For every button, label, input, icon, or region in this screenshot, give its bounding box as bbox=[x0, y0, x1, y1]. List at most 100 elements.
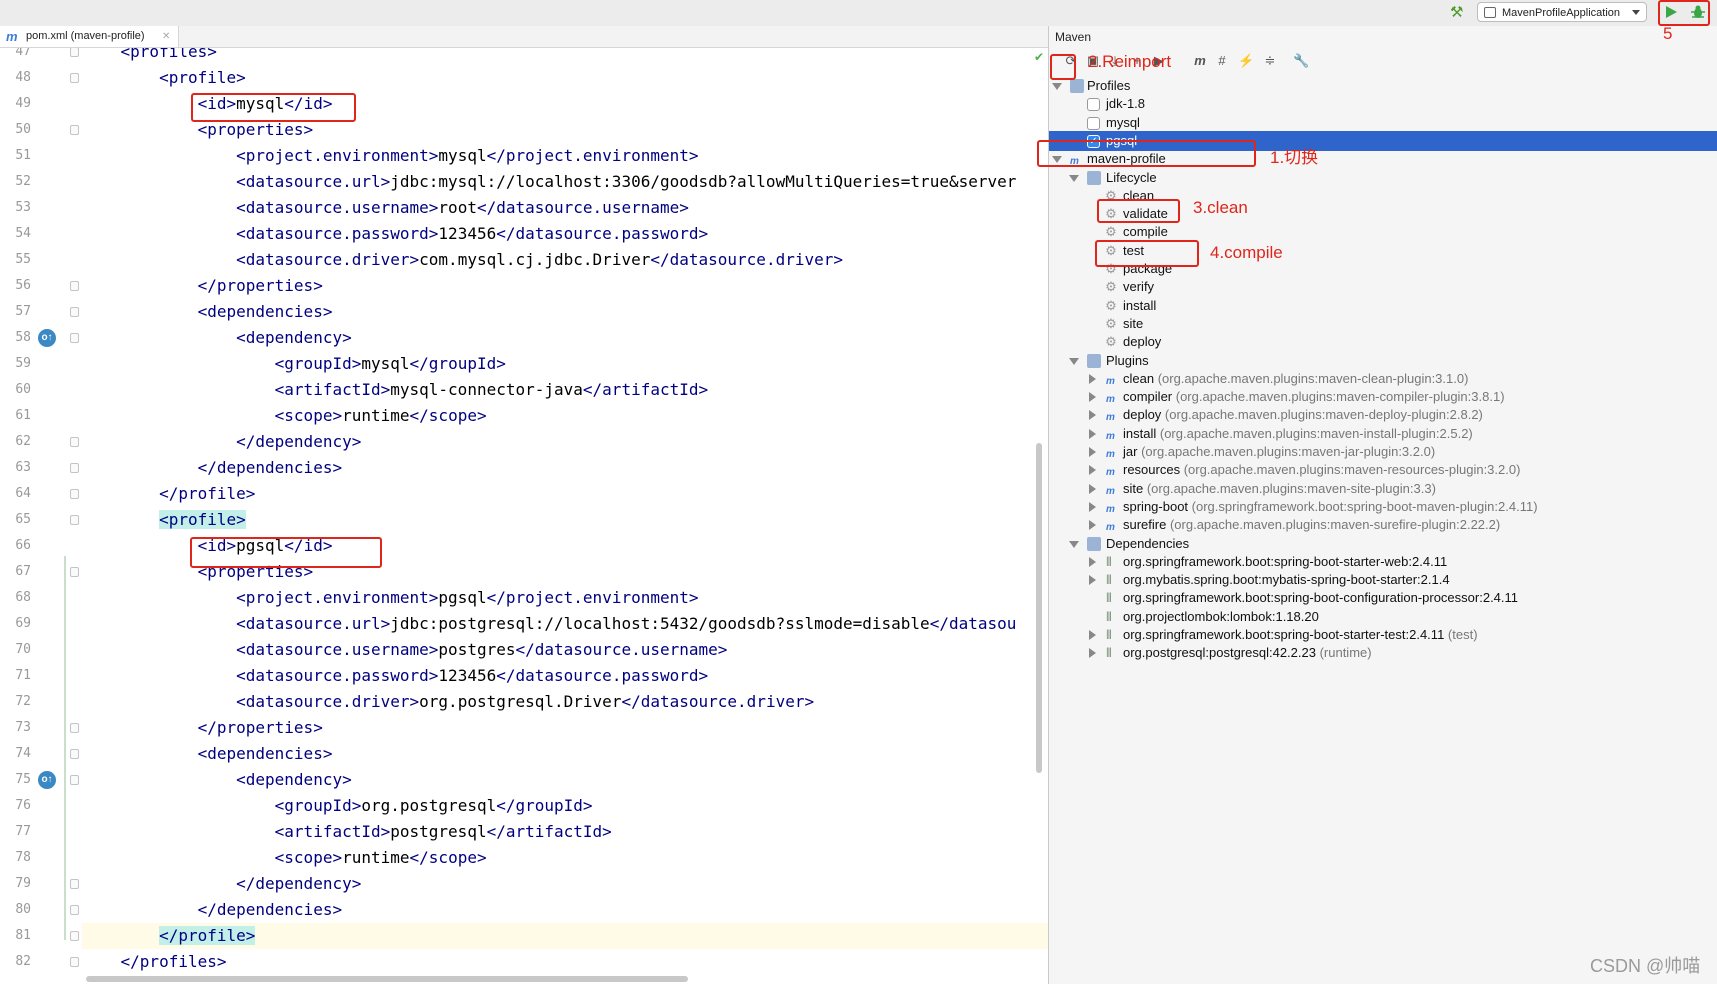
collapse-all-icon[interactable]: ≑ bbox=[1262, 53, 1278, 69]
code-line[interactable]: <project.environment>mysql</project.envi… bbox=[82, 143, 1048, 169]
code-line[interactable]: <groupId>mysql</groupId> bbox=[82, 351, 1048, 377]
code-line[interactable]: <dependency> bbox=[82, 325, 1048, 351]
checkbox[interactable] bbox=[1087, 98, 1100, 112]
code-line[interactable]: <profile> bbox=[82, 65, 1048, 91]
chevron-right-icon[interactable] bbox=[1089, 501, 1096, 512]
chevron-down-icon[interactable] bbox=[1052, 83, 1062, 90]
vertical-scrollbar[interactable] bbox=[1036, 443, 1042, 773]
chevron-right-icon[interactable] bbox=[1089, 410, 1096, 421]
fold-marker-icon[interactable] bbox=[70, 125, 79, 135]
profile-item-mysql[interactable]: mysql bbox=[1049, 113, 1717, 133]
fold-marker-icon[interactable] bbox=[70, 48, 79, 57]
chevron-right-icon[interactable] bbox=[1089, 575, 1096, 586]
lifecycle-deploy[interactable]: ⚙ deploy bbox=[1049, 332, 1717, 352]
fold-marker-icon[interactable] bbox=[70, 931, 79, 941]
plugin-spring-boot[interactable]: m spring-boot (org.springframework.boot:s… bbox=[1049, 497, 1717, 517]
plugin-install[interactable]: m install (org.apache.maven.plugins:maven… bbox=[1049, 424, 1717, 444]
lifecycle-site[interactable]: ⚙ site bbox=[1049, 314, 1717, 334]
plugin-resources[interactable]: m resources (org.apache.maven.plugins:mav… bbox=[1049, 460, 1717, 480]
code-line[interactable]: </properties> bbox=[82, 273, 1048, 299]
chevron-right-icon[interactable] bbox=[1089, 428, 1096, 439]
dependency-item[interactable]: ||| org.springframework.boot:spring-boot-… bbox=[1049, 625, 1717, 645]
lifecycle-install[interactable]: ⚙ install bbox=[1049, 296, 1717, 316]
fold-marker-icon[interactable] bbox=[70, 73, 79, 83]
code-line[interactable]: <profiles> bbox=[82, 48, 1048, 65]
code-line[interactable]: <groupId>org.postgresql</groupId> bbox=[82, 793, 1048, 819]
fold-marker-icon[interactable] bbox=[70, 333, 79, 343]
dependency-item[interactable]: ||| org.postgresql:postgresql:42.2.23 (ru… bbox=[1049, 643, 1717, 663]
toggle-offline-icon[interactable]: # bbox=[1214, 53, 1230, 69]
code-line[interactable]: <datasource.url>jdbc:mysql://localhost:3… bbox=[82, 169, 1048, 195]
chevron-right-icon[interactable] bbox=[1089, 392, 1096, 403]
code-line[interactable]: </dependencies> bbox=[82, 897, 1048, 923]
code-line[interactable]: </profiles> bbox=[82, 949, 1048, 975]
plugin-surefire[interactable]: m surefire (org.apache.maven.plugins:mave… bbox=[1049, 515, 1717, 535]
close-icon[interactable]: ✕ bbox=[162, 26, 170, 47]
chevron-right-icon[interactable] bbox=[1089, 520, 1096, 531]
code-line[interactable]: </profile> bbox=[82, 481, 1048, 507]
dependency-item[interactable]: ||| org.projectlombok:lombok:1.18.20 bbox=[1049, 607, 1717, 627]
run-configuration-select[interactable]: MavenProfileApplication bbox=[1477, 2, 1647, 22]
code-line[interactable]: <datasource.username>root</datasource.us… bbox=[82, 195, 1048, 221]
fold-marker-icon[interactable] bbox=[70, 307, 79, 317]
fold-marker-icon[interactable] bbox=[70, 775, 79, 785]
checkbox[interactable] bbox=[1087, 116, 1100, 130]
code-line[interactable]: <scope>runtime</scope> bbox=[82, 845, 1048, 871]
fold-marker-icon[interactable] bbox=[70, 281, 79, 291]
fold-marker-icon[interactable] bbox=[70, 879, 79, 889]
dependency-item[interactable]: ||| org.springframework.boot:spring-boot-… bbox=[1049, 588, 1717, 608]
tree-profiles[interactable]: Profiles bbox=[1049, 76, 1717, 96]
skip-tests-icon[interactable]: ⚡ bbox=[1238, 53, 1254, 69]
code-line[interactable]: <artifactId>mysql-connector-java</artifa… bbox=[82, 377, 1048, 403]
code-line[interactable]: <datasource.url>jdbc:postgresql://localh… bbox=[82, 611, 1048, 637]
chevron-right-icon[interactable] bbox=[1089, 465, 1096, 476]
plugin-jar[interactable]: m jar (org.apache.maven.plugins:maven-jar… bbox=[1049, 442, 1717, 462]
code-area[interactable]: <profiles> <profile> <id>mysql</id> <pro… bbox=[82, 48, 1048, 984]
fold-marker-icon[interactable] bbox=[70, 957, 79, 967]
chevron-right-icon[interactable] bbox=[1089, 483, 1096, 494]
code-line[interactable]: </dependencies> bbox=[82, 455, 1048, 481]
chevron-right-icon[interactable] bbox=[1089, 373, 1096, 384]
tab-pom-xml[interactable]: m pom.xml (maven-profile) ✕ bbox=[0, 26, 179, 47]
code-line[interactable]: </dependency> bbox=[82, 429, 1048, 455]
code-line[interactable]: <datasource.password>123456</datasource.… bbox=[82, 663, 1048, 689]
fold-marker-icon[interactable] bbox=[70, 437, 79, 447]
code-line[interactable]: <datasource.driver>org.postgresql.Driver… bbox=[82, 689, 1048, 715]
plugin-site[interactable]: m site (org.apache.maven.plugins:maven-si… bbox=[1049, 479, 1717, 499]
code-line[interactable]: </dependency> bbox=[82, 871, 1048, 897]
fold-marker-icon[interactable] bbox=[70, 463, 79, 473]
code-editor[interactable]: 47 48 49 50 51 52 53 54 55 56 57 58 o↑ 59 60 61 62 63 64 65… bbox=[0, 48, 1048, 984]
build-hammer-icon[interactable]: ⚒ bbox=[1450, 3, 1468, 21]
code-line[interactable]: <datasource.driver>com.mysql.cj.jdbc.Dri… bbox=[82, 247, 1048, 273]
plugin-compiler[interactable]: m compiler (org.apache.maven.plugins:mave… bbox=[1049, 387, 1717, 407]
lifecycle-verify[interactable]: ⚙ verify bbox=[1049, 277, 1717, 297]
chevron-down-icon[interactable] bbox=[1069, 174, 1079, 182]
code-line[interactable]: <dependencies> bbox=[82, 741, 1048, 767]
profile-item-jdk-1.8[interactable]: jdk-1.8 bbox=[1049, 94, 1717, 114]
fold-marker-icon[interactable] bbox=[70, 749, 79, 759]
code-line[interactable]: <project.environment>pgsql</project.envi… bbox=[82, 585, 1048, 611]
code-line[interactable]: <profile> bbox=[82, 507, 1048, 533]
plugin-deploy[interactable]: m deploy (org.apache.maven.plugins:maven-… bbox=[1049, 405, 1717, 425]
plugin-clean[interactable]: m clean (org.apache.maven.plugins:maven-c… bbox=[1049, 369, 1717, 389]
fold-marker-icon[interactable] bbox=[70, 515, 79, 525]
code-line[interactable]: <scope>runtime</scope> bbox=[82, 403, 1048, 429]
chevron-right-icon[interactable] bbox=[1089, 648, 1096, 659]
tree-dependencies[interactable]: Dependencies bbox=[1049, 534, 1717, 554]
dependency-item[interactable]: ||| org.mybatis.spring.boot:mybatis-sprin… bbox=[1049, 570, 1717, 590]
fold-marker-icon[interactable] bbox=[70, 489, 79, 499]
code-line[interactable]: <datasource.username>postgres</datasourc… bbox=[82, 637, 1048, 663]
fold-marker-icon[interactable] bbox=[70, 723, 79, 733]
horizontal-scrollbar[interactable] bbox=[86, 976, 688, 982]
dependency-item[interactable]: ||| org.springframework.boot:spring-boot-… bbox=[1049, 552, 1717, 572]
chevron-down-icon[interactable] bbox=[1069, 540, 1079, 548]
code-line[interactable]: <datasource.password>123456</datasource.… bbox=[82, 221, 1048, 247]
wrench-icon[interactable]: 🔧 bbox=[1293, 53, 1309, 69]
dependency-gutter-icon[interactable]: o↑ bbox=[38, 771, 56, 789]
code-line[interactable]: </properties> bbox=[82, 715, 1048, 741]
code-line[interactable]: <dependencies> bbox=[82, 299, 1048, 325]
fold-marker-icon[interactable] bbox=[70, 567, 79, 577]
code-line[interactable]: </profile> bbox=[82, 923, 1048, 949]
chevron-right-icon[interactable] bbox=[1089, 630, 1096, 640]
execute-maven-goal-icon[interactable]: m bbox=[1192, 53, 1208, 69]
